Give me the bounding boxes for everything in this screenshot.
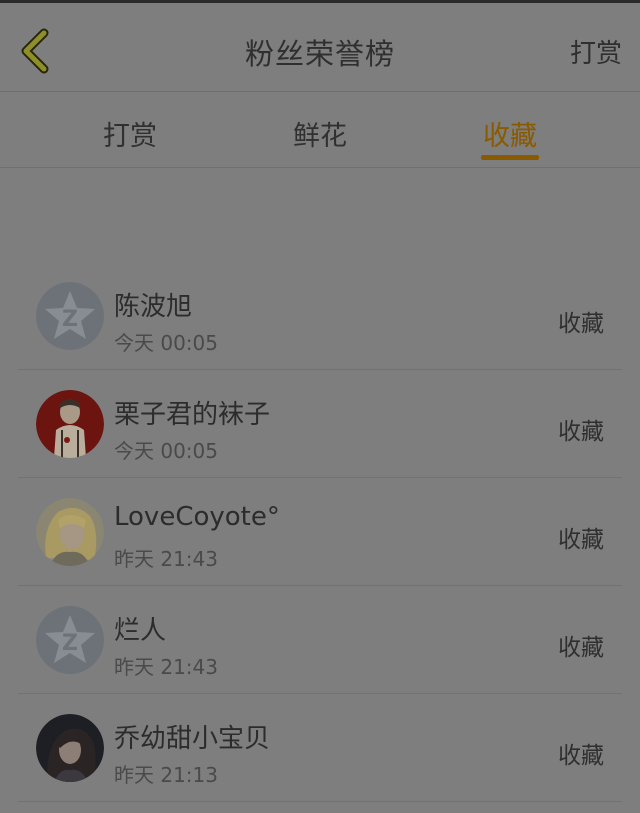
row-divider (18, 801, 622, 802)
fan-time: 昨天 21:13 (114, 763, 218, 787)
fan-name: 烂人 (114, 616, 167, 646)
fan-time: 昨天 21:43 (114, 547, 218, 571)
photo-portrait-avatar (36, 714, 104, 782)
tab-reward[interactable]: 打赏 (75, 114, 185, 153)
tab-favorites[interactable]: 收藏 (455, 114, 565, 153)
page-title: 粉丝荣誉榜 (244, 37, 395, 71)
action-label: 收藏 (558, 635, 604, 661)
list-item[interactable]: Z 陈波旭 今天 00:05 收藏 (0, 262, 640, 370)
fan-list: Z 陈波旭 今天 00:05 收藏 栗子君的袜子 今天 00:05 收藏 Lov… (0, 262, 640, 802)
fan-name: 栗子君的袜子 (114, 400, 271, 430)
active-tab-indicator (481, 155, 539, 160)
action-label: 收藏 (558, 419, 604, 445)
fan-time: 昨天 21:43 (114, 655, 218, 679)
default-avatar-icon: Z (36, 282, 104, 350)
list-item[interactable]: Z 烂人 昨天 21:43 收藏 (0, 586, 640, 694)
list-item[interactable]: 乔幼甜小宝贝 昨天 21:13 收藏 (0, 694, 640, 802)
list-item[interactable]: LoveCoyote° 昨天 21:43 收藏 (0, 478, 640, 586)
action-label: 收藏 (558, 743, 604, 769)
illustrated-portrait-avatar (36, 390, 104, 458)
fan-time: 今天 00:05 (114, 331, 218, 355)
list-item[interactable]: 栗子君的袜子 今天 00:05 收藏 (0, 370, 640, 478)
tab-bar: 打赏 鲜花 收藏 (0, 92, 640, 166)
svg-text:Z: Z (62, 631, 78, 656)
action-label: 收藏 (558, 311, 604, 337)
header: 粉丝荣誉榜 打赏 (0, 3, 640, 91)
tab-flowers[interactable]: 鲜花 (265, 114, 375, 153)
fan-name: 乔幼甜小宝贝 (114, 724, 271, 754)
action-label: 收藏 (558, 527, 604, 553)
fan-name: 陈波旭 (114, 292, 193, 322)
blonde-character-avatar (36, 498, 104, 566)
fan-name: LoveCoyote° (114, 502, 280, 532)
fan-time: 今天 00:05 (114, 439, 218, 463)
tip-button[interactable]: 打赏 (570, 33, 622, 70)
default-avatar-icon: Z (36, 606, 104, 674)
tabs-divider (0, 167, 640, 168)
svg-text:Z: Z (62, 307, 78, 332)
